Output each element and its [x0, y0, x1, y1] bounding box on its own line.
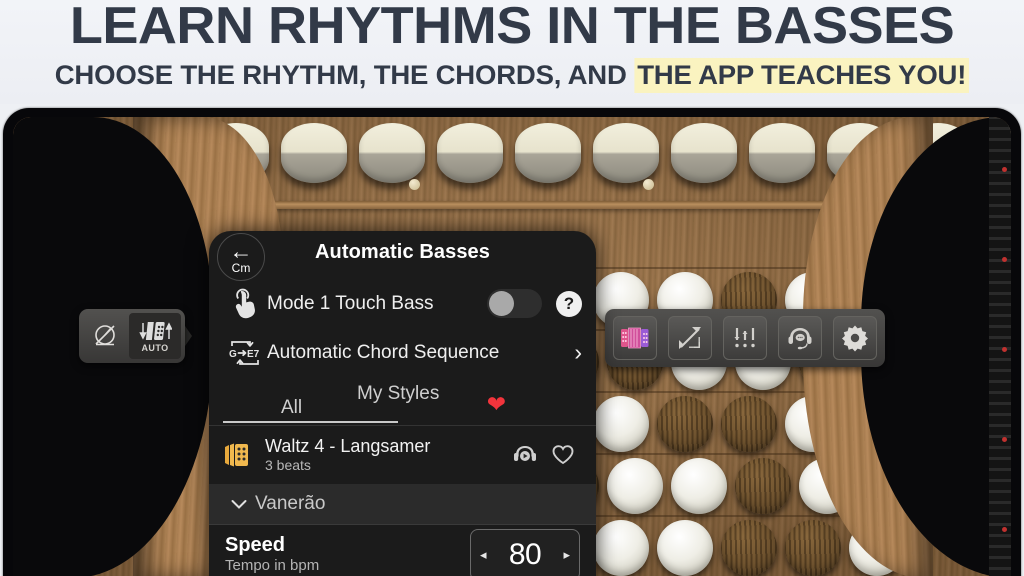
- row-mode-1-touch-bass[interactable]: Mode 1 Touch Bass ?: [209, 279, 596, 328]
- bellows-stud: [1002, 437, 1007, 442]
- bass-button[interactable]: [671, 458, 727, 514]
- mode-1-touch-bass-toggle[interactable]: [487, 289, 542, 318]
- treble-button[interactable]: [437, 123, 503, 183]
- treble-button[interactable]: [593, 123, 659, 183]
- touch-hand-icon: [223, 288, 267, 320]
- speed-title: Speed: [225, 534, 286, 556]
- treble-button[interactable]: [749, 123, 815, 183]
- toggle-knob: [489, 291, 514, 316]
- tempo-stepper[interactable]: ◂ 80 ▸: [470, 528, 580, 576]
- list-item[interactable]: Vanerão: [209, 483, 596, 525]
- gear-icon[interactable]: [833, 316, 877, 360]
- resize-arrow-icon[interactable]: [668, 316, 712, 360]
- board-pin: [643, 179, 654, 190]
- speed-subtitle: Tempo in bpm: [225, 557, 320, 574]
- treble-button[interactable]: [671, 123, 737, 183]
- auto-label: AUTO: [141, 342, 169, 353]
- bellows-stud: [1002, 347, 1007, 352]
- panel-title: Automatic Basses: [315, 241, 490, 263]
- bass-button[interactable]: [721, 396, 777, 452]
- bass-button[interactable]: [593, 396, 649, 452]
- svg-text:E7: E7: [247, 349, 260, 360]
- style-accordion-icon: [223, 441, 265, 469]
- panel-header: ← Cm Automatic Basses: [209, 231, 596, 281]
- speed-labels: Speed Tempo in bpm: [225, 534, 470, 575]
- tempo-decrement-button[interactable]: ◂: [480, 547, 487, 563]
- bellows-stud: [1002, 527, 1007, 532]
- bass-button[interactable]: [607, 458, 663, 514]
- style-tabs: All My Styles ❤: [209, 377, 596, 425]
- accordion-icon[interactable]: [613, 316, 657, 360]
- metronome-off-icon[interactable]: [83, 314, 127, 358]
- bass-button[interactable]: [593, 520, 649, 576]
- promo-headline: LEARN RHYTHMS IN THE BASSES: [69, 0, 955, 55]
- bass-button[interactable]: [721, 520, 777, 576]
- row-automatic-chord-sequence[interactable]: G E7 Automatic Chord Sequence ›: [209, 328, 596, 377]
- treble-button-row: [203, 117, 1011, 209]
- row-label-automatic-chord-sequence: Automatic Chord Sequence: [267, 341, 500, 363]
- speed-section: Speed Tempo in bpm ◂ 80 ▸: [209, 524, 596, 576]
- style-info: Waltz 4 - Langsamer 3 beats: [265, 436, 506, 474]
- heart-filled-icon[interactable]: ❤: [487, 391, 506, 418]
- tab-my-styles[interactable]: My Styles: [357, 383, 439, 405]
- bass-button[interactable]: [657, 396, 713, 452]
- promo-subheadline-prefix: CHOOSE THE RHYTHM, THE CHORDS, AND: [54, 60, 635, 90]
- mixer-sliders-icon[interactable]: [723, 316, 767, 360]
- svg-text:G: G: [229, 349, 237, 360]
- tablet-device: AUTO ← Cm Automatic Basses Mode 1 Touch …: [3, 108, 1021, 576]
- chevron-down-icon: [223, 499, 255, 510]
- treble-button[interactable]: [515, 123, 581, 183]
- auto-bellows-icon[interactable]: AUTO: [129, 313, 181, 359]
- toolbar-left: AUTO: [79, 309, 185, 363]
- headphone-play-icon[interactable]: [506, 444, 544, 466]
- bass-button[interactable]: [657, 520, 713, 576]
- treble-button[interactable]: [359, 123, 425, 183]
- toolbar-right: [605, 309, 885, 367]
- bellows-stud: [1002, 167, 1007, 172]
- app-screen: AUTO ← Cm Automatic Basses Mode 1 Touch …: [13, 117, 1011, 576]
- board-pin: [409, 179, 420, 190]
- treble-button[interactable]: [281, 123, 347, 183]
- headset-icon[interactable]: [778, 316, 822, 360]
- bellows-strip: [989, 117, 1011, 576]
- tempo-value: 80: [508, 537, 542, 571]
- tab-selected-underline: [223, 421, 398, 423]
- style-beats: 3 beats: [265, 456, 311, 473]
- tempo-increment-button[interactable]: ▸: [563, 547, 570, 563]
- promo-subheadline-highlight: THE APP TEACHES YOU!: [634, 58, 970, 93]
- heart-outline-icon[interactable]: [544, 444, 582, 466]
- help-button[interactable]: ?: [556, 290, 582, 317]
- promo-banner: LEARN RHYTHMS IN THE BASSES CHOOSE THE R…: [0, 0, 1024, 104]
- automatic-basses-panel: ← Cm Automatic Basses Mode 1 Touch Bass: [209, 231, 596, 576]
- board-divider: [203, 201, 911, 209]
- chord-sequence-icon: G E7: [223, 335, 267, 371]
- bellows-stud: [1002, 257, 1007, 262]
- row-label-mode-1-touch-bass: Mode 1 Touch Bass: [267, 292, 434, 314]
- bass-button[interactable]: [785, 520, 841, 576]
- style-name: Waltz 4 - Langsamer: [265, 435, 431, 456]
- group-name: Vanerão: [255, 493, 326, 514]
- bass-button[interactable]: [735, 458, 791, 514]
- tab-all[interactable]: All: [281, 397, 302, 419]
- promo-subheadline: CHOOSE THE RHYTHM, THE CHORDS, AND THE A…: [0, 58, 1024, 93]
- chevron-right-icon: ›: [574, 339, 582, 365]
- list-item[interactable]: Waltz 4 - Langsamer 3 beats: [209, 425, 596, 483]
